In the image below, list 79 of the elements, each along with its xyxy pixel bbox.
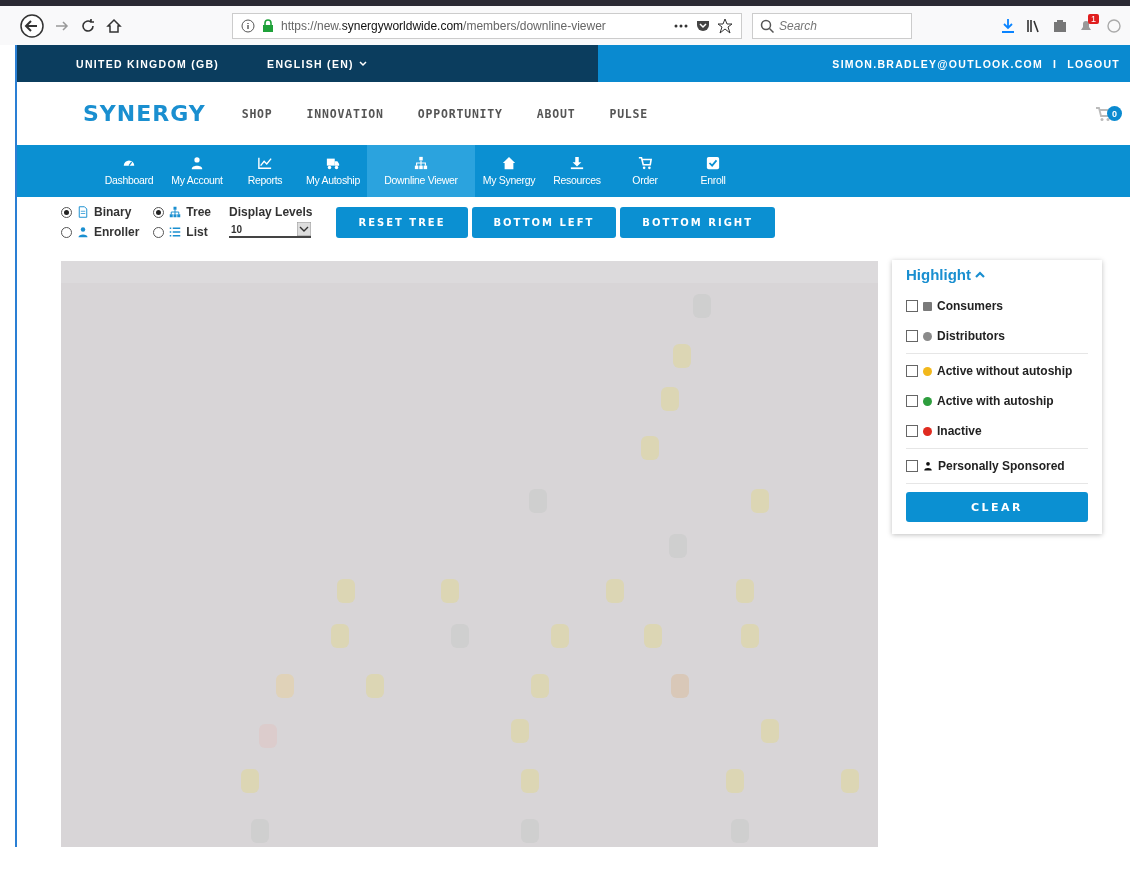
nav-tab[interactable]: Enroll xyxy=(679,145,747,197)
truck-icon xyxy=(326,156,340,170)
legend-label: Consumers xyxy=(937,299,1004,313)
radio-button[interactable] xyxy=(153,206,165,218)
clear-button[interactable]: CLEAR xyxy=(906,492,1088,522)
library-icon[interactable] xyxy=(1026,17,1042,34)
cart-icon[interactable] xyxy=(1095,105,1111,122)
sitemap-icon xyxy=(414,156,428,170)
checkbox[interactable] xyxy=(906,460,918,472)
nav-tab[interactable]: My Autoship xyxy=(299,145,367,197)
option-label: Enroller xyxy=(94,225,140,239)
search-field[interactable]: Search xyxy=(752,12,912,39)
url-text: https://new.synergyworldwide.com/members/downline-viewer xyxy=(281,18,606,33)
checkbox[interactable] xyxy=(906,395,918,407)
legend-label: Active with autoship xyxy=(937,394,1054,408)
cart-icon xyxy=(638,156,652,170)
star-icon[interactable] xyxy=(717,17,733,34)
legend-label: Inactive xyxy=(937,424,982,438)
info-icon xyxy=(241,18,255,33)
legend-label: Active without autoship xyxy=(937,364,1073,378)
option-label: List xyxy=(186,225,208,239)
separator-text: I xyxy=(1053,57,1058,70)
action-button[interactable]: RESET TREE xyxy=(336,207,468,238)
chevron-up-icon xyxy=(975,269,985,280)
search-icon xyxy=(760,18,774,33)
checkbox[interactable] xyxy=(906,365,918,377)
checkbox-icon xyxy=(706,156,720,170)
radio-button[interactable] xyxy=(61,206,72,218)
menu-link[interactable]: PULSE xyxy=(609,106,649,121)
nav-tab[interactable]: My Synergy xyxy=(475,145,543,197)
lock-icon xyxy=(261,18,275,33)
option-label: Tree xyxy=(186,205,212,219)
radio-button[interactable] xyxy=(153,226,165,238)
person-icon xyxy=(190,156,204,170)
sitemap-icon xyxy=(169,206,182,218)
person-icon xyxy=(923,461,933,471)
notification-badge: 1 xyxy=(1088,13,1099,24)
checkbox[interactable] xyxy=(906,425,918,437)
document-icon xyxy=(77,206,89,218)
home-button[interactable] xyxy=(106,17,122,34)
cart-count: 0 xyxy=(1107,106,1122,121)
menu-link[interactable]: ABOUT xyxy=(536,106,576,121)
menu-link[interactable]: INNOVATION xyxy=(306,106,384,121)
house-icon xyxy=(502,156,516,170)
person-icon xyxy=(77,226,89,238)
legend-label: Personally Sponsored xyxy=(938,459,1065,473)
checkbox[interactable] xyxy=(906,300,918,312)
nav-tab[interactable]: Order xyxy=(611,145,679,197)
nav-tab[interactable]: My Account xyxy=(163,145,231,197)
download-icon xyxy=(570,156,584,170)
country-selector[interactable]: UNITED KINGDOM (GB) xyxy=(76,57,220,70)
radio-button[interactable] xyxy=(61,226,72,238)
action-button[interactable]: BOTTOM RIGHT xyxy=(620,207,776,238)
field-label: Display Levels xyxy=(229,205,313,219)
list-icon xyxy=(169,226,182,238)
address-bar[interactable]: https://new.synergyworldwide.com/members/downline-viewer xyxy=(232,12,742,39)
user-email: SIMON.BRADLEY@OUTLOOK.COM xyxy=(832,57,1044,70)
download-icon[interactable] xyxy=(1000,17,1016,34)
nav-tab[interactable]: Dashboard xyxy=(95,145,163,197)
highlight-toggle[interactable]: Highlight xyxy=(906,266,1088,283)
nav-tab[interactable]: Downline Viewer xyxy=(367,145,475,197)
line-chart-icon xyxy=(258,156,272,170)
language-selector[interactable]: ENGLISH (EN) xyxy=(267,57,367,70)
chevron-down-icon xyxy=(297,222,312,236)
menu-link[interactable]: SHOP xyxy=(241,106,273,121)
camera-icon[interactable] xyxy=(1052,17,1068,34)
chevron-down-icon xyxy=(358,60,367,67)
reload-button[interactable] xyxy=(80,17,96,34)
legend-label: Distributors xyxy=(937,329,1005,343)
option-label: Binary xyxy=(94,205,132,219)
action-button[interactable]: BOTTOM LEFT xyxy=(471,207,617,238)
menu-link[interactable]: OPPORTUNITY xyxy=(417,106,503,121)
site-logo[interactable]: SYNERGY xyxy=(83,101,206,126)
levels-dropdown[interactable]: 10 xyxy=(229,222,312,238)
logout-link[interactable]: LOGOUT xyxy=(1067,57,1120,70)
back-button[interactable] xyxy=(20,13,44,38)
checkbox[interactable] xyxy=(906,330,918,342)
nav-tab[interactable]: Reports xyxy=(231,145,299,197)
nav-tab[interactable]: Resources xyxy=(543,145,611,197)
